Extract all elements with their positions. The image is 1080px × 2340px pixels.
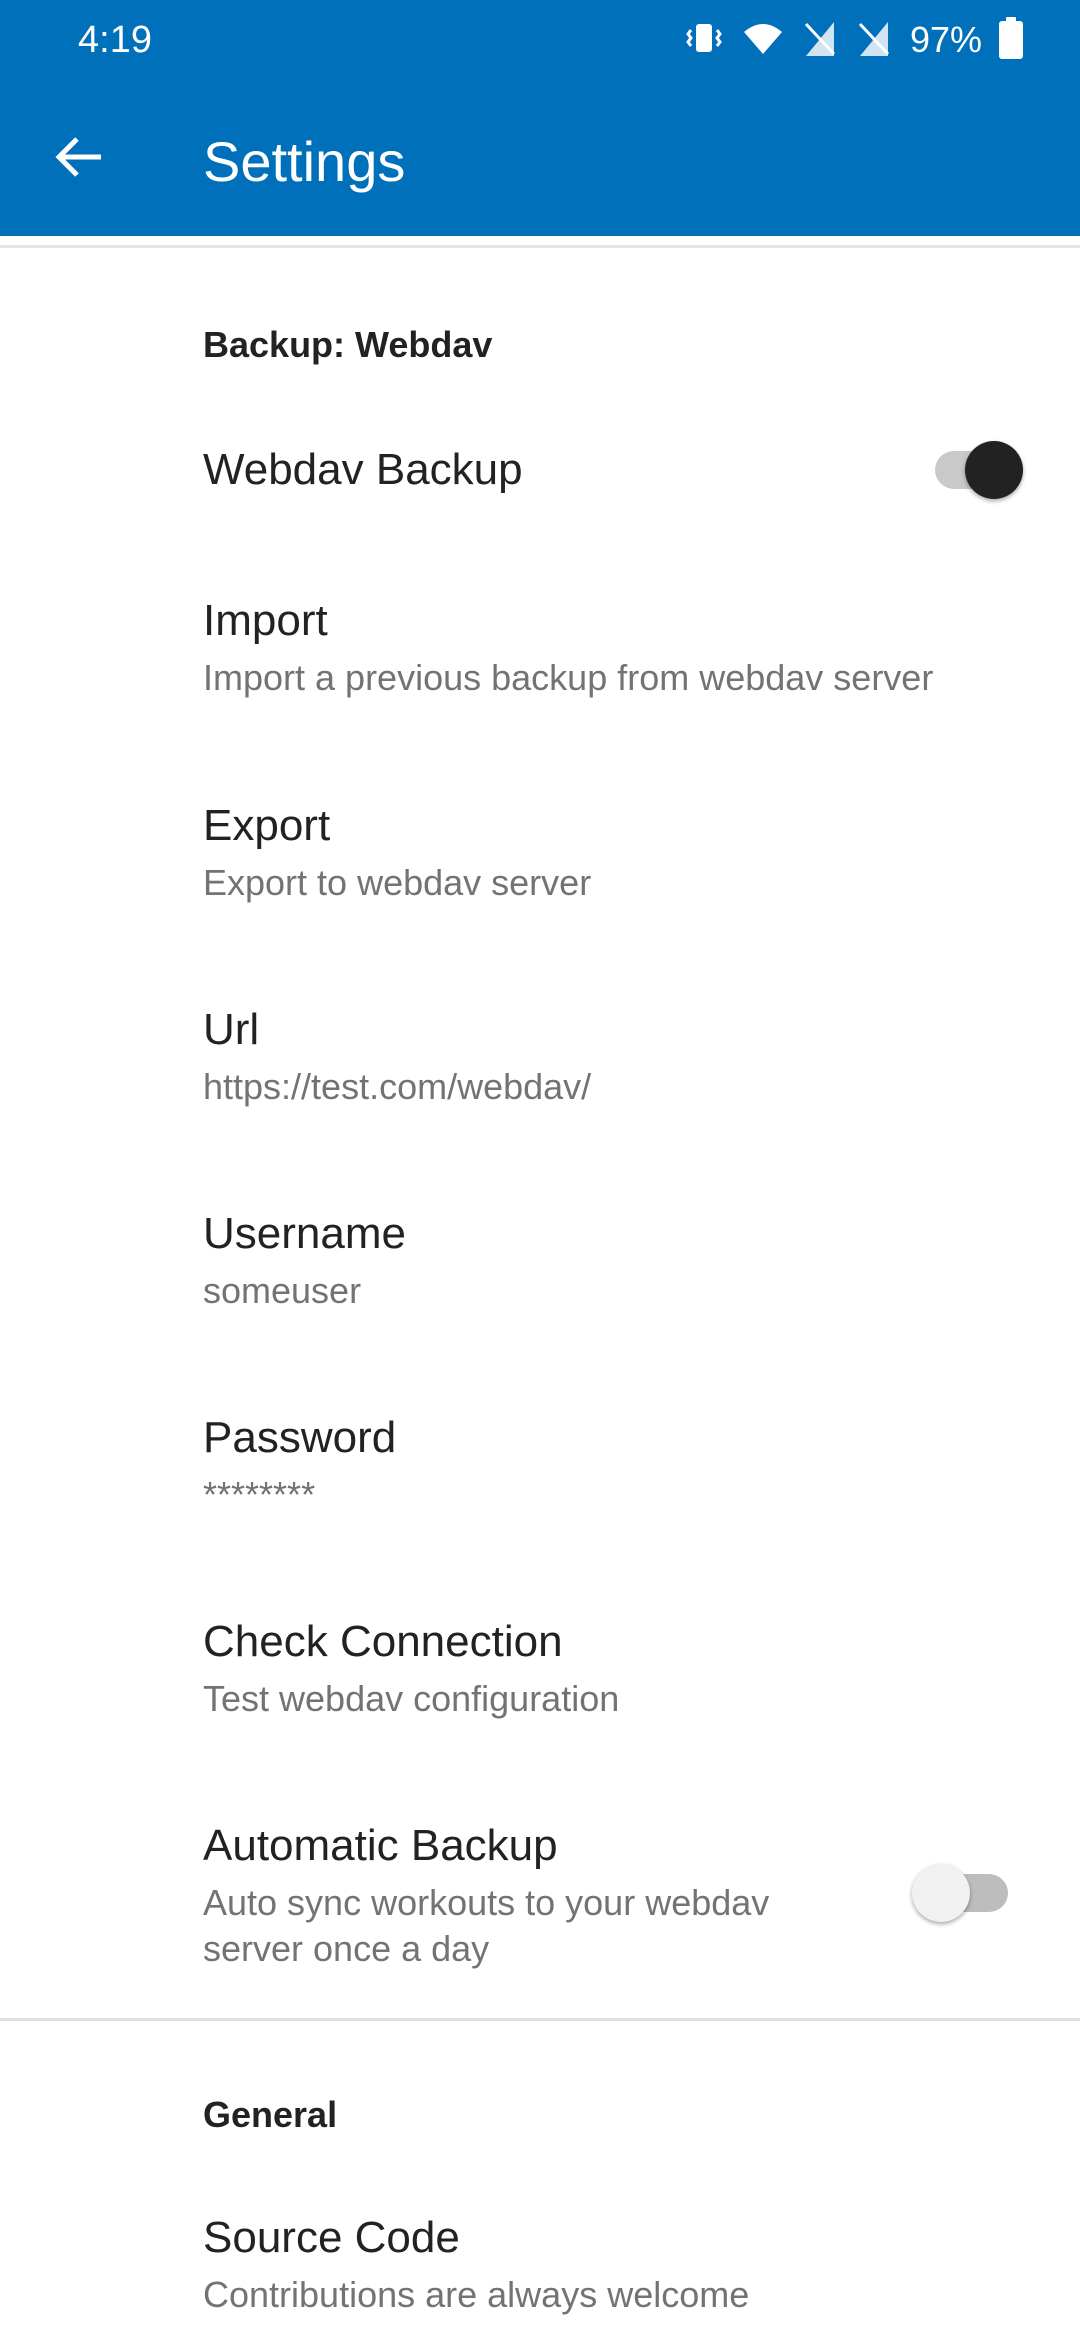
- pref-title: Webdav Backup: [203, 445, 523, 494]
- pref-password[interactable]: Password ********: [0, 1392, 1080, 1542]
- no-sim-icon: [856, 18, 892, 63]
- status-bar: 4:19 97%: [0, 0, 1080, 80]
- status-icons: 97%: [684, 16, 1024, 64]
- switch-thumb: [965, 441, 1023, 499]
- pref-webdav-backup[interactable]: Webdav Backup: [0, 420, 1080, 520]
- automatic-backup-switch[interactable]: [912, 1864, 1012, 1922]
- back-button[interactable]: [44, 124, 114, 194]
- pref-check-connection[interactable]: Check Connection Test webdav configurati…: [0, 1596, 1080, 1746]
- pref-title: Source Code: [203, 2213, 460, 2262]
- page-title: Settings: [203, 130, 406, 193]
- pref-summary: Export to webdav server: [203, 862, 592, 903]
- pref-title: Automatic Backup: [203, 1821, 558, 1870]
- pref-export[interactable]: Export Export to webdav server: [0, 780, 1080, 930]
- pref-summary: https://test.com/webdav/: [203, 1066, 592, 1107]
- app-bar: 4:19 97% Settings: [0, 0, 1080, 236]
- pref-title: Import: [203, 596, 328, 645]
- switch-thumb: [912, 1864, 970, 1922]
- pref-summary: ********: [203, 1474, 316, 1515]
- pref-import[interactable]: Import Import a previous backup from web…: [0, 575, 1080, 725]
- section-header-general: General: [203, 2094, 338, 2135]
- pref-url[interactable]: Url https://test.com/webdav/: [0, 984, 1080, 1134]
- arrow-back-icon: [53, 131, 105, 188]
- status-time: 4:19: [78, 19, 152, 61]
- vibrate-icon: [684, 18, 724, 63]
- appbar-divider: [0, 245, 1080, 248]
- pref-title: Username: [203, 1209, 406, 1258]
- pref-title: Check Connection: [203, 1617, 563, 1666]
- webdav-backup-switch[interactable]: [935, 441, 1025, 499]
- pref-automatic-backup[interactable]: Automatic Backup Auto sync workouts to y…: [0, 1800, 1080, 2000]
- pref-summary: Import a previous backup from webdav ser…: [203, 657, 934, 698]
- pref-summary: Auto sync workouts to your webdav server…: [203, 1882, 770, 1969]
- battery-icon: [998, 16, 1024, 64]
- toolbar: Settings: [0, 100, 1080, 220]
- wifi-icon: [742, 18, 784, 63]
- section-header-backup-webdav: Backup: Webdav: [203, 324, 493, 365]
- pref-summary: Test webdav configuration: [203, 1678, 620, 1719]
- pref-title: Password: [203, 1413, 397, 1462]
- no-sim-icon: [802, 18, 838, 63]
- pref-title: Export: [203, 801, 331, 850]
- section-divider: [0, 2018, 1080, 2021]
- pref-title: Url: [203, 1005, 260, 1054]
- pref-summary: someuser: [203, 1270, 362, 1311]
- pref-source-code[interactable]: Source Code Contributions are always wel…: [0, 2192, 1080, 2340]
- pref-username[interactable]: Username someuser: [0, 1188, 1080, 1338]
- pref-summary: Contributions are always welcome: [203, 2274, 750, 2315]
- battery-percent: 97%: [909, 19, 982, 60]
